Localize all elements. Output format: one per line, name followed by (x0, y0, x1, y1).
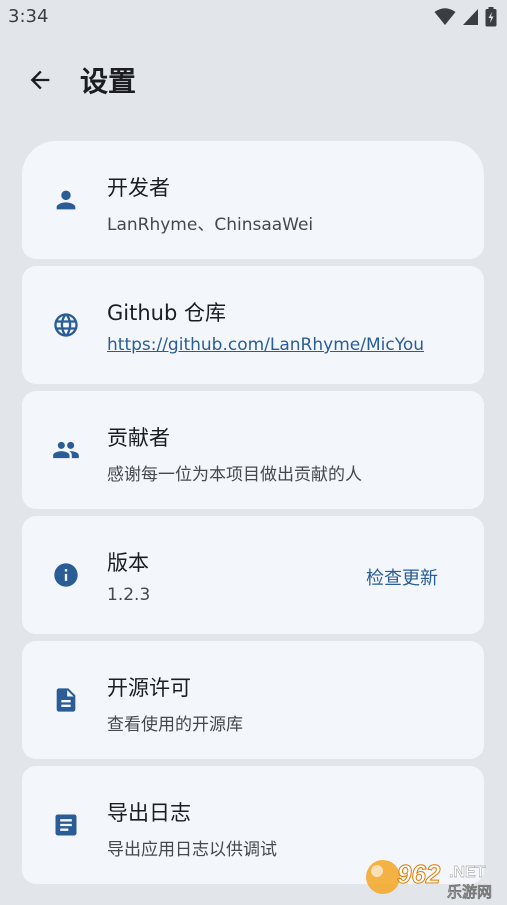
info-icon (52, 561, 80, 589)
version-number: 1.2.3 (107, 585, 151, 605)
back-button[interactable] (22, 62, 58, 98)
article-icon (52, 811, 80, 839)
globe-icon (52, 311, 80, 339)
group-icon (52, 436, 80, 464)
contributors-card[interactable]: 贡献者 感谢每一位为本项目做出贡献的人 (22, 391, 484, 509)
version-title: 版本 (107, 551, 149, 575)
wifi-icon (434, 8, 456, 25)
watermark-site-name: 乐游网 (447, 883, 492, 901)
licenses-title: 开源许可 (107, 676, 191, 700)
developer-names: LanRhyme、ChinsaaWei (107, 215, 314, 235)
contributors-title: 贡献者 (107, 426, 170, 450)
developer-card[interactable]: 开发者 LanRhyme、ChinsaaWei (22, 141, 484, 259)
watermark-tld: .NET (449, 864, 486, 881)
settings-list: 开发者 LanRhyme、ChinsaaWei Github 仓库 https:… (22, 141, 484, 891)
page-title: 设置 (80, 65, 137, 98)
status-bar: 3:34 (0, 0, 507, 36)
description-icon (52, 686, 80, 714)
github-repo-link[interactable]: https://github.com/LanRhyme/MicYou (107, 335, 424, 355)
arrow-back-icon (30, 70, 50, 90)
developer-title: 开发者 (107, 176, 170, 200)
top-app-bar: 设置 (0, 48, 507, 112)
battery-icon (485, 7, 497, 27)
licenses-description: 查看使用的开源库 (107, 715, 243, 735)
site-watermark: 962 .NET 乐游网 (363, 853, 499, 901)
contributors-description: 感谢每一位为本项目做出贡献的人 (107, 465, 362, 485)
status-icons (434, 7, 497, 27)
person-icon (52, 186, 80, 214)
github-repo-card[interactable]: Github 仓库 https://github.com/LanRhyme/Mi… (22, 266, 484, 384)
watermark-number: 962 (397, 859, 441, 889)
export-logs-title: 导出日志 (107, 801, 191, 825)
open-source-licenses-card[interactable]: 开源许可 查看使用的开源库 (22, 641, 484, 759)
export-logs-description: 导出应用日志以供调试 (107, 840, 277, 860)
github-repo-title: Github 仓库 (107, 301, 226, 325)
cell-signal-icon (463, 9, 478, 25)
status-time: 3:34 (8, 6, 49, 27)
version-card: 版本 1.2.3 检查更新 (22, 516, 484, 634)
check-update-button[interactable]: 检查更新 (366, 564, 438, 590)
